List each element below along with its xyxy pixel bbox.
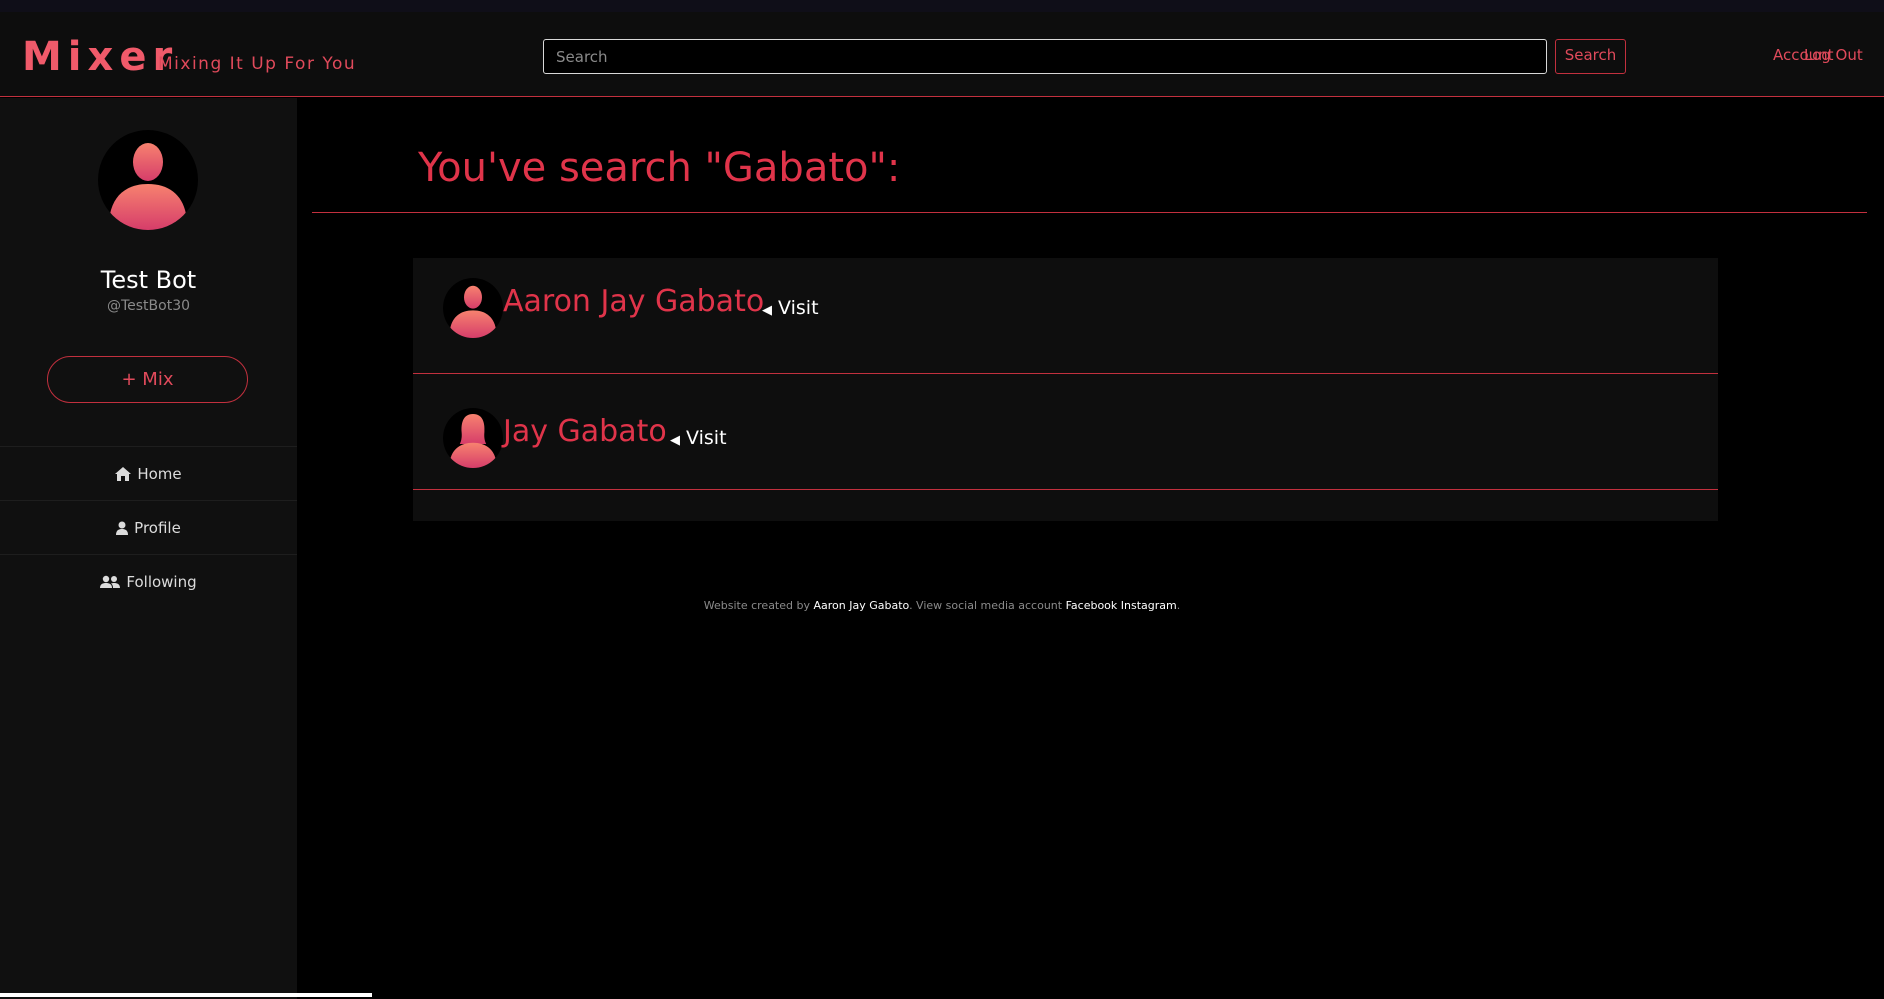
visit-label: Visit: [686, 427, 727, 449]
author-link[interactable]: Aaron Jay Gabato: [813, 599, 909, 612]
window-top-strip: [0, 0, 1884, 12]
user-icon: [116, 521, 129, 535]
visit-label: Visit: [778, 297, 819, 319]
visit-link[interactable]: ◀ Visit: [762, 297, 819, 319]
mix-button[interactable]: + Mix: [47, 356, 248, 403]
page-title: You've search "Gabato":: [418, 145, 901, 191]
brand-tagline: Mixing It Up For You: [158, 54, 357, 74]
navbar: Mixer Mixing It Up For You Search Accoun…: [0, 12, 1884, 97]
brand-logo[interactable]: Mixer: [22, 34, 178, 80]
home-icon: [115, 466, 132, 481]
instagram-link[interactable]: Instagram: [1121, 599, 1177, 612]
sidebar-menu: Home Profile Following: [0, 446, 297, 608]
sidebar-item-profile[interactable]: Profile: [0, 500, 297, 554]
result-name[interactable]: Aaron Jay Gabato: [503, 284, 764, 319]
list-item: Aaron Jay Gabato ◀ Visit: [413, 258, 1718, 374]
page-loading-bar: [0, 993, 372, 997]
facebook-link[interactable]: Facebook: [1066, 599, 1118, 612]
female-avatar-icon[interactable]: [443, 408, 503, 468]
logout-link[interactable]: Log Out: [1804, 46, 1863, 64]
sidebar-item-label: Following: [126, 572, 197, 591]
caret-left-icon: ◀: [762, 303, 772, 318]
search-input[interactable]: [543, 39, 1547, 74]
user-handle: @TestBot30: [106, 298, 191, 314]
sidebar-item-label: Home: [137, 464, 182, 483]
search-button[interactable]: Search: [1555, 39, 1626, 74]
footer-suffix: .: [1176, 599, 1181, 612]
sidebar: Test Bot @TestBot30 + Mix Home Profile F…: [0, 98, 297, 999]
title-divider: [312, 212, 1867, 213]
male-avatar-icon[interactable]: [443, 278, 503, 338]
footer-middle: . View social media account: [909, 599, 1066, 612]
footer-prefix: Website created by: [703, 599, 814, 612]
user-name: Test Bot: [100, 266, 197, 294]
avatar[interactable]: [98, 130, 198, 230]
caret-left-icon: ◀: [670, 433, 680, 448]
users-icon: [100, 575, 121, 589]
sidebar-item-label: Profile: [134, 518, 181, 537]
search-results: Aaron Jay Gabato ◀ Visit Jay Gabato ◀ Vi…: [413, 258, 1718, 521]
list-item: Jay Gabato ◀ Visit: [413, 374, 1718, 490]
visit-link[interactable]: ◀ Visit: [670, 427, 727, 449]
result-name[interactable]: Jay Gabato: [503, 414, 667, 449]
sidebar-item-home[interactable]: Home: [0, 446, 297, 500]
male-avatar-icon: [110, 143, 186, 230]
footer: Website created by Aaron Jay Gabato. Vie…: [0, 599, 1884, 612]
